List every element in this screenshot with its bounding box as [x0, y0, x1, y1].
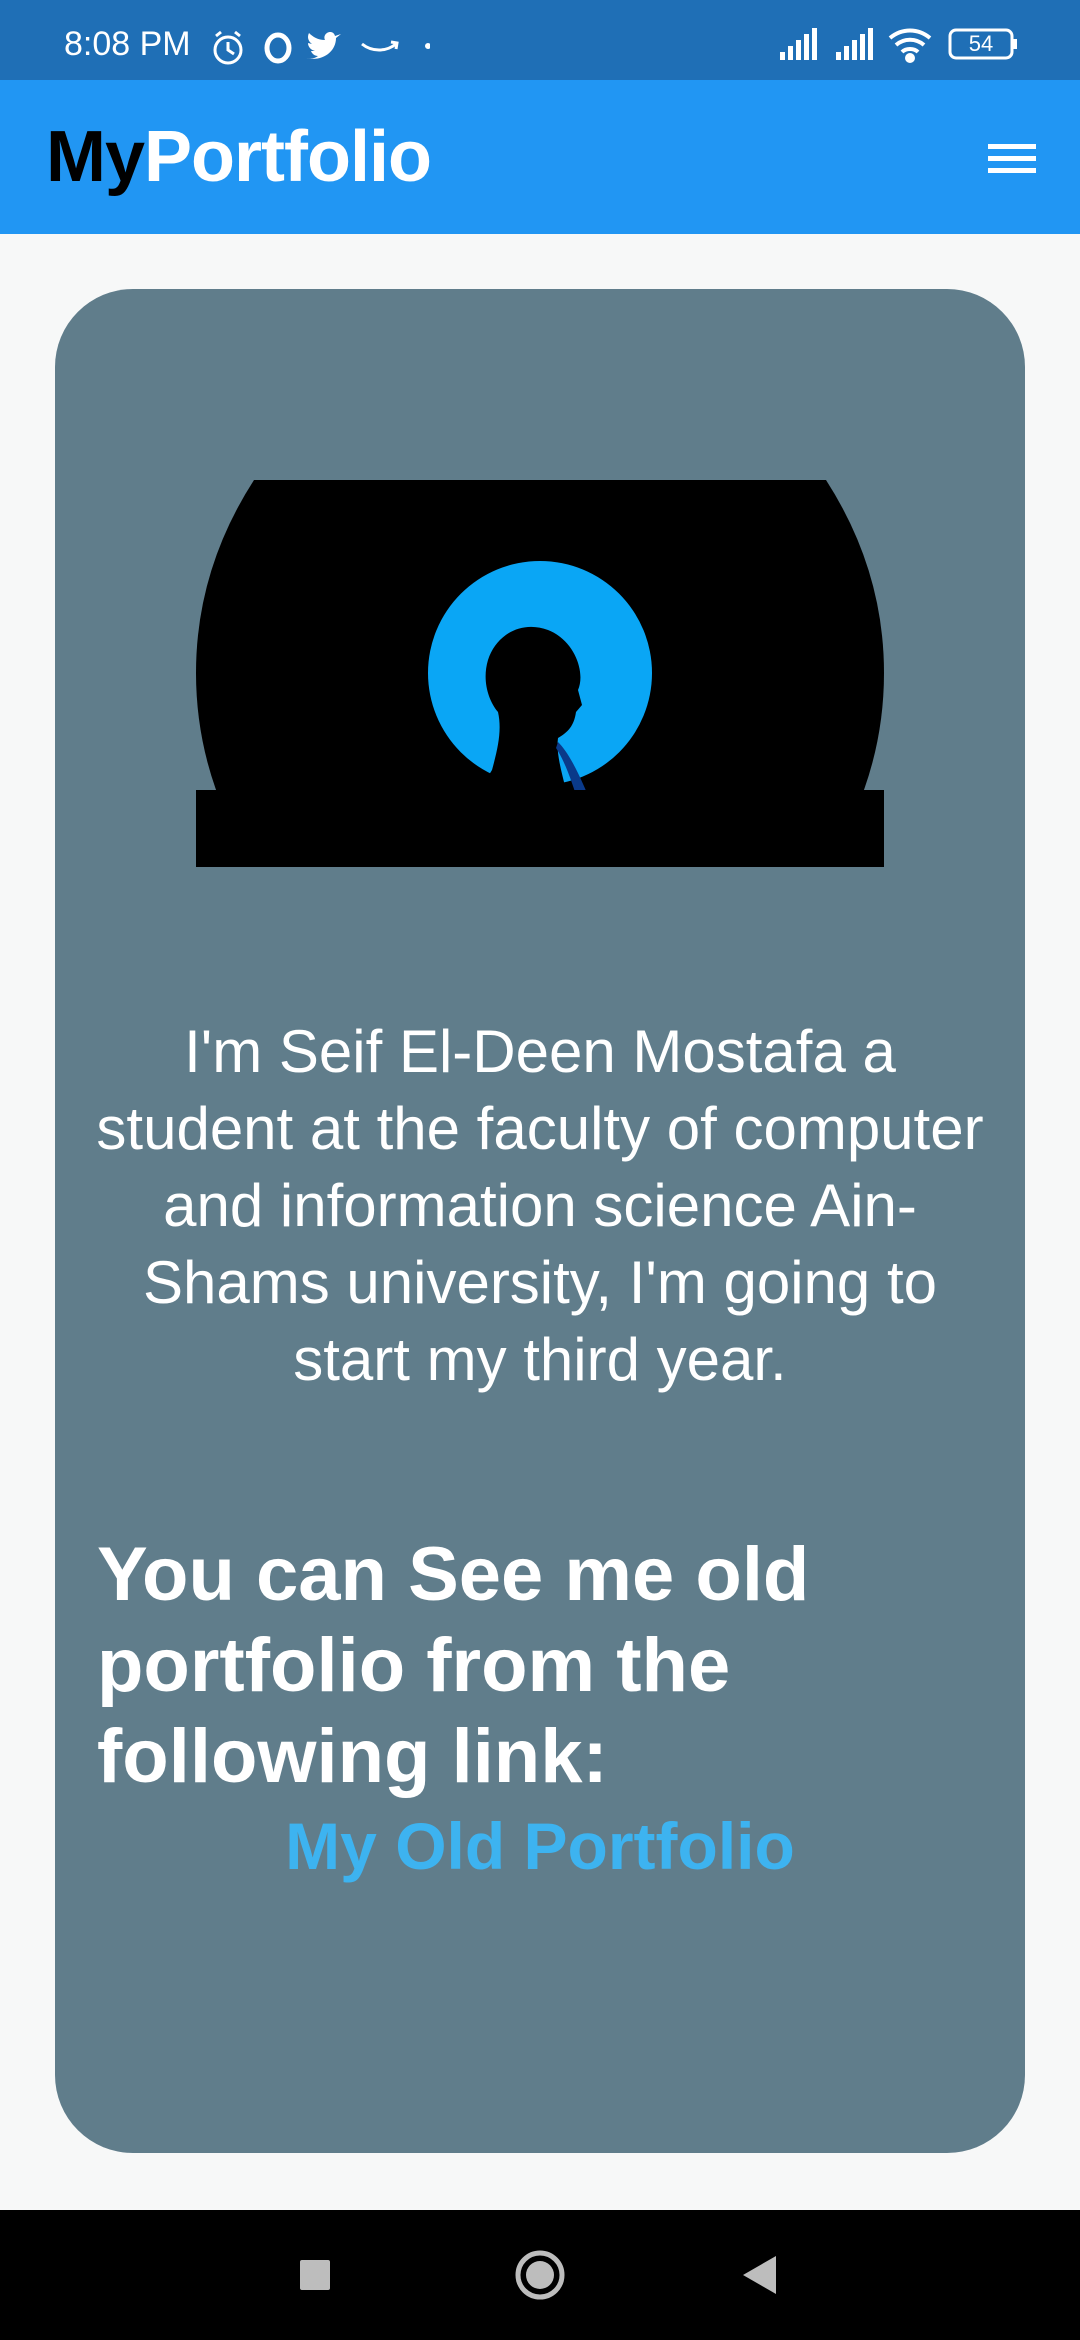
bio-text: I'm Seif El-Deen Mostafa a student at th… — [96, 1018, 984, 1393]
opera-icon — [264, 32, 292, 64]
recent-apps-button[interactable] — [255, 2210, 375, 2340]
brand-prefix: My — [46, 117, 145, 197]
brand-suffix: Portfolio — [144, 117, 432, 197]
hamburger-menu-icon[interactable] — [984, 138, 1044, 178]
back-button[interactable] — [700, 2210, 820, 2340]
back-icon — [743, 2256, 776, 2294]
signal-icon — [780, 28, 817, 60]
wifi-icon — [888, 28, 932, 63]
alarm-icon — [213, 30, 243, 65]
home-icon — [515, 2250, 565, 2300]
recent-apps-icon — [300, 2260, 330, 2290]
battery-level: 54 — [968, 31, 994, 56]
profile-card: I'm Seif El-Deen Mostafa a student at th… — [55, 289, 1025, 2153]
status-time: 8:08 PM — [64, 25, 191, 63]
status-icons-left — [210, 28, 431, 73]
home-button[interactable] — [480, 2210, 600, 2340]
system-nav-bar — [0, 2210, 1080, 2340]
app-bar: MyPortfolio — [0, 80, 1080, 234]
brand-logo[interactable]: MyPortfolio — [46, 112, 432, 202]
old-portfolio-heading: You can See me old portfolio from the fo… — [97, 1532, 810, 1799]
amazon-icon — [361, 40, 399, 52]
old-portfolio-link[interactable]: My Old Portfolio — [55, 1806, 1025, 1886]
dot-icon — [425, 43, 431, 49]
profile-image — [196, 480, 884, 867]
status-bar: 8:08 PM 54 — [0, 0, 1080, 80]
signal-icon — [836, 28, 873, 60]
twitter-icon — [306, 32, 341, 59]
